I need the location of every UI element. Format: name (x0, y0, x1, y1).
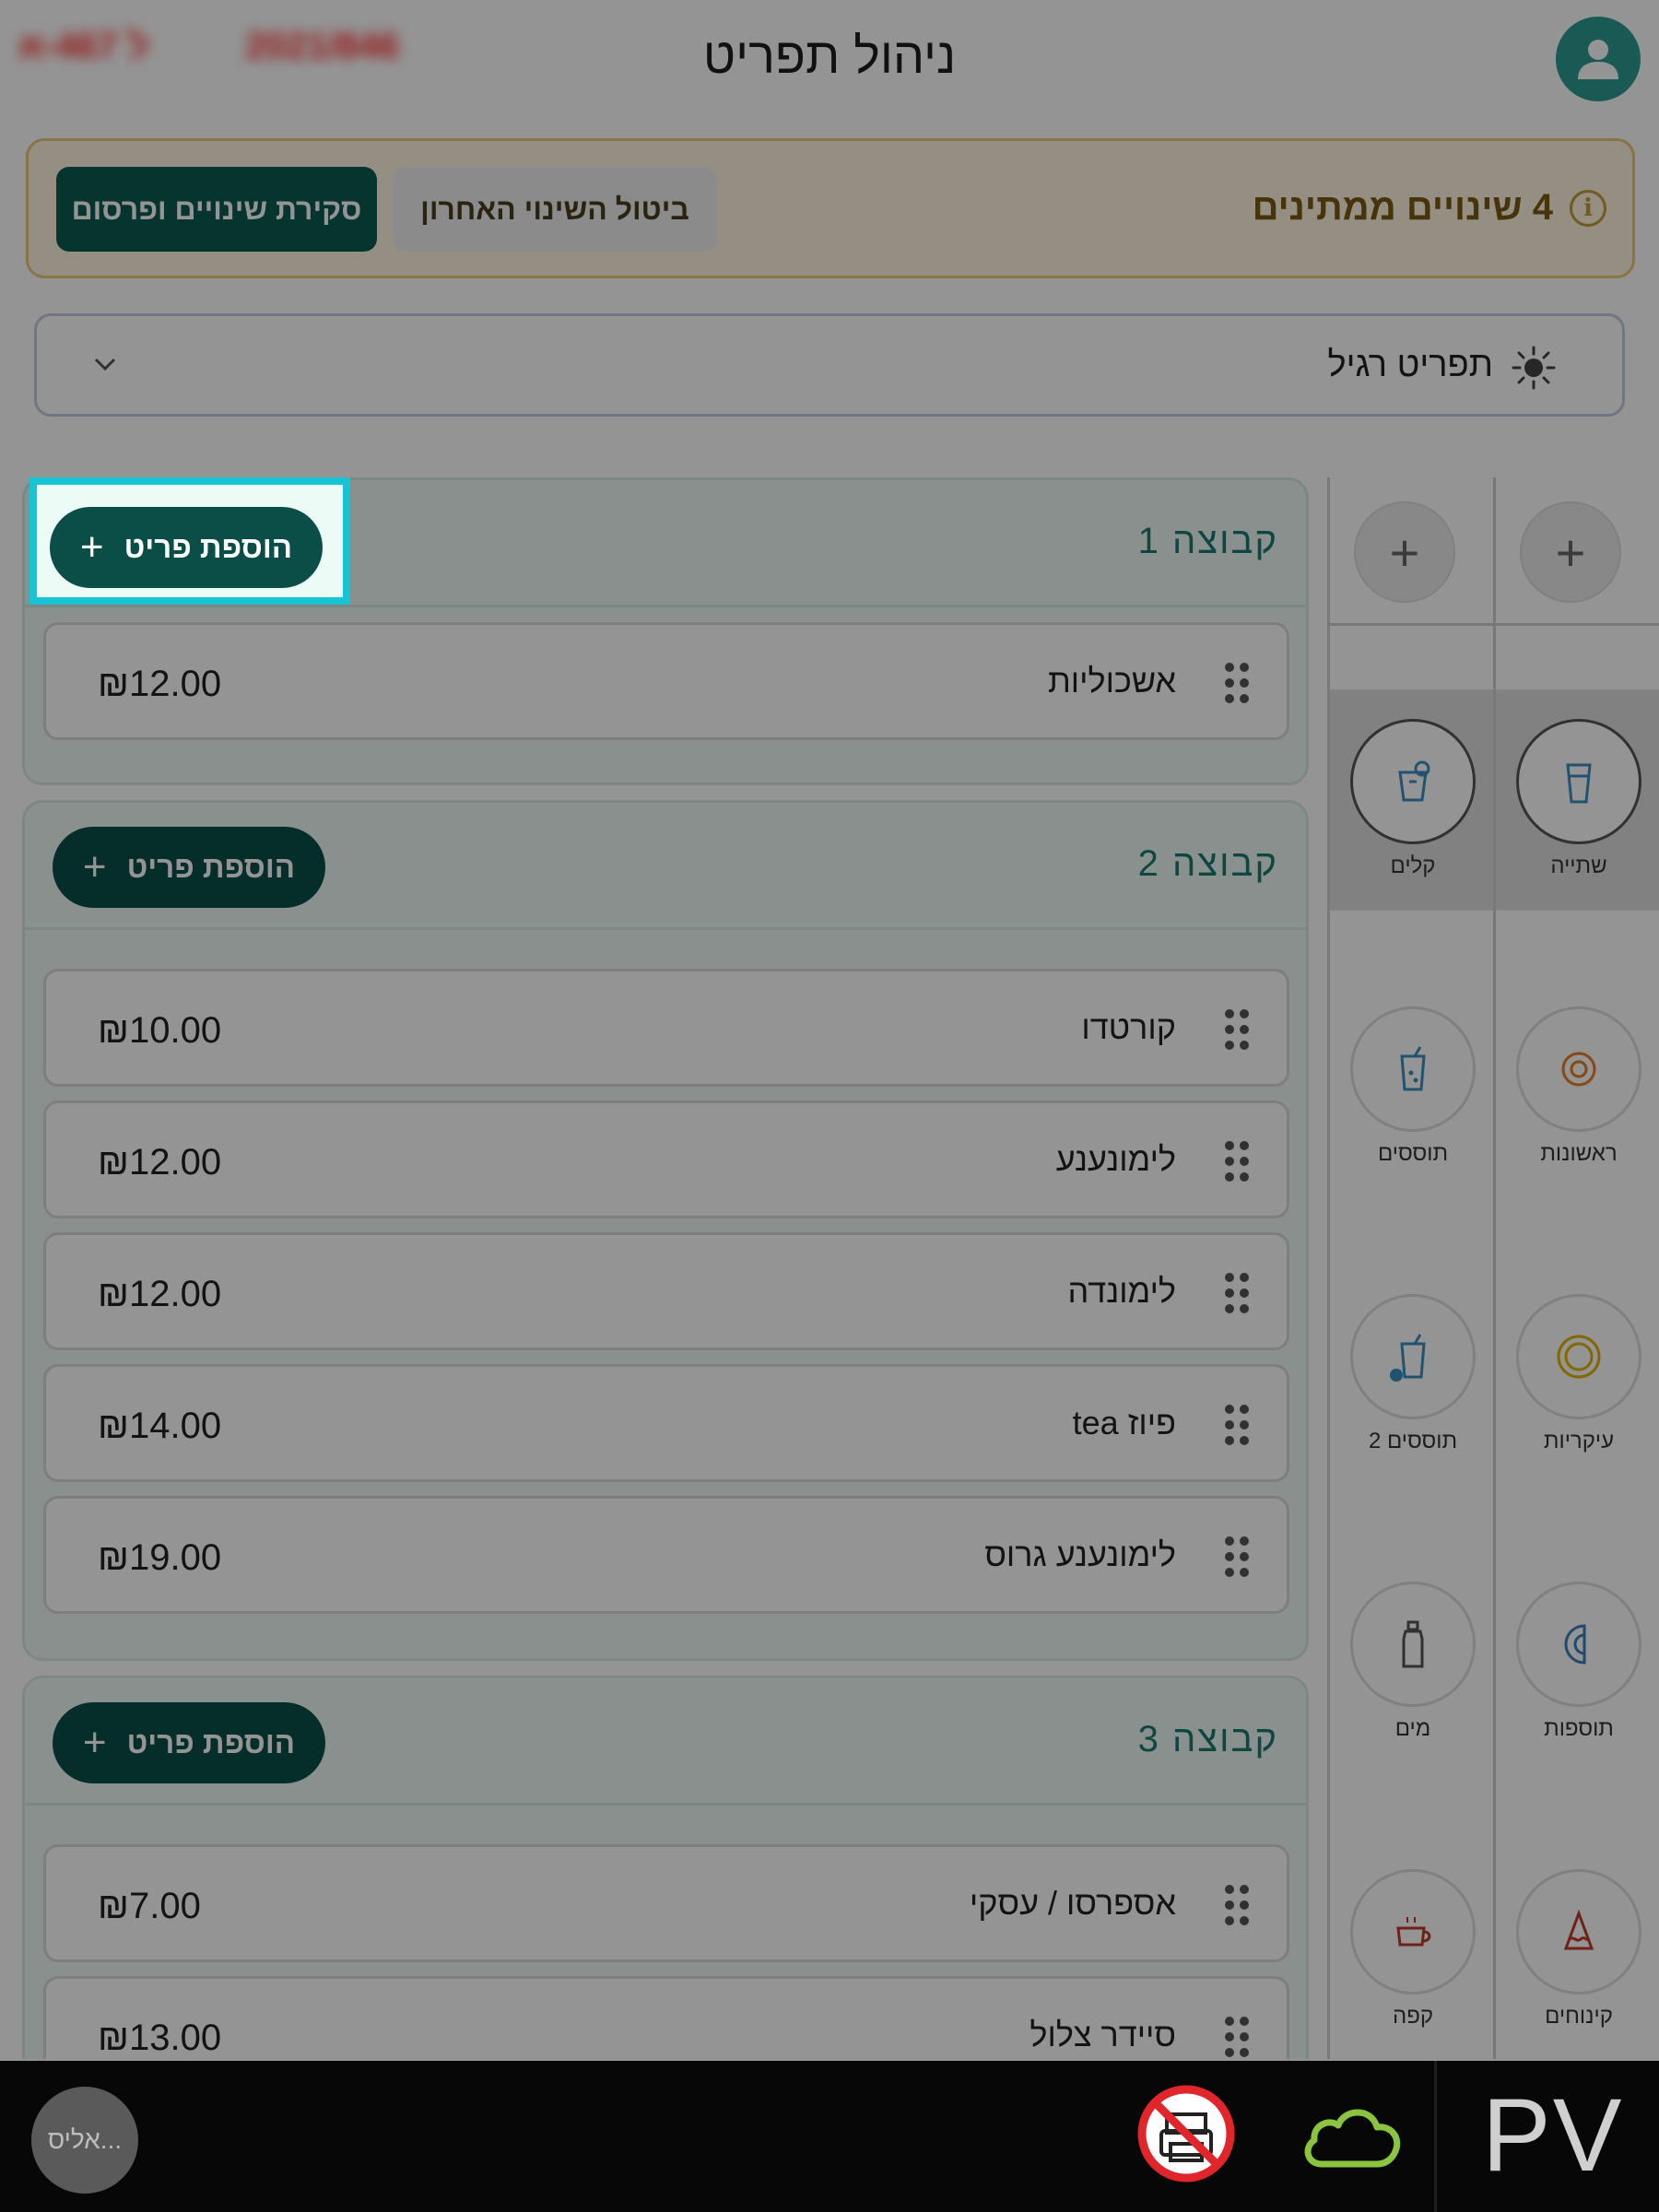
user-icon (1578, 40, 1618, 79)
review-and-publish-button[interactable]: סקירת שינויים ופרסום (56, 167, 377, 252)
info-icon: i (1570, 189, 1606, 227)
user-button[interactable]: אליס... (31, 2087, 138, 2194)
menu-selector[interactable]: תפריט רגיל (34, 313, 1625, 417)
add-item-label: הוספת פריט (124, 530, 293, 564)
pending-changes-info: i 4 שינויים ממתינים (1253, 187, 1606, 229)
dim-overlay-bottom (29, 605, 1659, 2061)
add-item-button[interactable]: + הוספת פריט (50, 507, 323, 588)
user-avatar-button[interactable] (1556, 17, 1641, 101)
pending-changes-text: 4 שינויים ממתינים (1252, 187, 1553, 228)
page-title: ניהול תפריט (702, 29, 957, 84)
sun-icon (1510, 344, 1558, 396)
printer-disabled-icon[interactable] (1135, 2083, 1237, 2189)
dim-overlay-right (350, 477, 1659, 605)
tutorial-highlight: + הוספת פריט (29, 477, 350, 605)
divider (1434, 2061, 1437, 2212)
pending-changes-banner: i 4 שינויים ממתינים ביטול השינוי האחרון … (26, 138, 1635, 278)
dim-overlay-left (0, 477, 29, 2061)
cloud-sync-icon (1300, 2098, 1403, 2176)
brand-logo: PV (1482, 2077, 1624, 2193)
undo-last-change-button[interactable]: ביטול השינוי האחרון (393, 167, 717, 252)
chevron-down-icon (90, 353, 120, 380)
bottom-status-bar: אליס... PV (0, 2061, 1659, 2212)
app-header: ל 467-א 2021/846 ניהול תפריט (0, 0, 1659, 124)
menu-selector-value: תפריט רגיל (1327, 346, 1493, 384)
plus-icon: + (79, 524, 104, 570)
